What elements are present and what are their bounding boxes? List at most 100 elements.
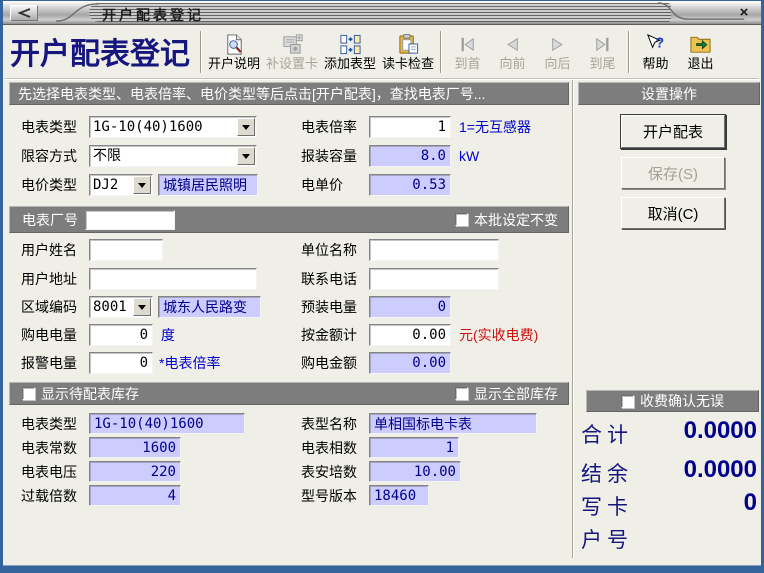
instruction-bar: 先选择电表类型、电表倍率、电价类型等后点击[开户配表]，查找电表厂号... [9, 82, 569, 105]
buy-energy-label: 购电电量 [21, 324, 77, 346]
main-form-area: 先选择电表类型、电表倍率、电价类型等后点击[开户配表]，查找电表厂号... 电表… [7, 80, 571, 558]
batch-fixed-checkbox[interactable] [455, 213, 468, 226]
preload-energy-field: 0 [369, 296, 451, 318]
meter-const-field: 1600 [89, 437, 181, 458]
combobox-value: DJ2 [90, 175, 132, 195]
factory-number-input[interactable] [85, 210, 175, 230]
show-pending-stock-checkbox[interactable] [22, 387, 35, 400]
summary-row-balance: 结余 0.0000 [575, 458, 761, 488]
toolbar: 开户配表登记 开户说明 补设置卡 [5, 26, 759, 79]
user-name-input[interactable] [89, 239, 163, 261]
titlebar: 开户配表登记 × [3, 1, 761, 25]
arrow-prev-icon [501, 33, 524, 56]
alarm-energy-input[interactable] [89, 352, 153, 374]
toolbar-button-help[interactable]: ? 帮助 [633, 31, 678, 73]
exit-folder-icon [689, 33, 712, 56]
clipboard-check-icon [397, 33, 420, 56]
toolbar-button-last[interactable]: 到尾 [580, 31, 625, 73]
capacity-label: 报装容量 [301, 145, 357, 167]
svg-text:?: ? [655, 35, 664, 51]
factory-number-label: 电表厂号 [22, 210, 78, 230]
chevron-down-icon[interactable] [133, 298, 151, 316]
chevron-down-icon[interactable] [237, 118, 255, 136]
show-pending-stock-label: 显示待配表库存 [41, 384, 139, 404]
unit-name-label: 单位名称 [301, 239, 357, 261]
chevron-down-icon[interactable] [133, 176, 151, 194]
instruction-text: 先选择电表类型、电表倍率、电价类型等后点击[开户配表]，查找电表厂号... [18, 84, 485, 104]
voltage-label: 电表电压 [21, 461, 77, 483]
amperage-label: 表安培数 [301, 461, 357, 483]
toolbar-button-open-instructions[interactable]: 开户说明 [205, 31, 263, 73]
toolbar-button-first[interactable]: 到首 [445, 31, 490, 73]
combobox-value: 不限 [90, 146, 236, 166]
overload-label: 过载倍数 [21, 485, 77, 507]
toolbar-button-read-card-check[interactable]: 读卡检查 [379, 31, 437, 73]
write-card-value: 0 [744, 489, 757, 517]
stock-bar: 显示待配表库存 显示全部库存 [9, 382, 569, 405]
toolbar-button-next[interactable]: 向后 [535, 31, 580, 73]
show-all-stock-label: 显示全部库存 [474, 384, 558, 404]
cancel-button[interactable]: 取消(C) [621, 197, 725, 229]
area-code-combobox[interactable]: 8001 [89, 296, 153, 318]
system-menu-button[interactable] [10, 5, 38, 21]
save-button[interactable]: 保存(S) [621, 157, 725, 189]
total-value: 0.0000 [684, 417, 757, 445]
voltage-field: 220 [89, 461, 181, 482]
stock-meter-type-label: 电表类型 [21, 413, 77, 435]
show-all-stock-checkbox[interactable] [455, 387, 468, 400]
phases-label: 电表相数 [301, 437, 357, 459]
account-no-label: 户号 [581, 524, 633, 554]
chevron-down-icon[interactable] [237, 147, 255, 165]
toolbar-button-label: 向后 [544, 56, 570, 72]
user-name-label: 用户姓名 [21, 239, 77, 261]
balance-label: 结余 [581, 458, 633, 488]
unit-name-input[interactable] [369, 239, 499, 261]
area-code-desc-field: 城东人民路变 [158, 296, 261, 318]
model-name-label: 表型名称 [301, 413, 357, 435]
write-card-label: 写卡 [581, 491, 633, 521]
toolbar-button-prev[interactable]: 向前 [490, 31, 535, 73]
arrow-next-icon [546, 33, 569, 56]
unit-price-field: 0.53 [369, 174, 451, 196]
phone-input[interactable] [369, 268, 499, 290]
meter-ratio-input[interactable] [369, 116, 451, 138]
factory-number-bar: 电表厂号 本批设定不变 [9, 206, 569, 233]
capacity-unit-hint: kW [459, 145, 479, 167]
total-label: 合计 [581, 419, 633, 449]
toolbar-button-label: 向前 [499, 56, 525, 72]
help-pointer-icon: ? [644, 33, 667, 56]
fee-confirm-bar: 收费确认无误 [586, 390, 759, 412]
assign-meter-button[interactable]: 开户配表 [621, 115, 725, 148]
app-logo-icon [16, 8, 32, 18]
unit-price-label: 电单价 [301, 174, 343, 196]
operations-header-label: 设置操作 [641, 84, 697, 104]
buy-energy-input[interactable] [89, 324, 153, 346]
fee-confirm-checkbox[interactable] [621, 395, 634, 408]
limit-mode-label: 限容方式 [21, 145, 77, 167]
model-version-label: 型号版本 [301, 485, 357, 507]
close-button[interactable]: × [733, 3, 755, 22]
summary-row-total: 合计 0.0000 [575, 419, 761, 449]
price-type-label: 电价类型 [21, 174, 77, 196]
user-addr-input[interactable] [89, 268, 257, 290]
preload-energy-label: 预装电量 [301, 296, 357, 318]
limit-mode-combobox[interactable]: 不限 [89, 145, 257, 167]
toolbar-button-label: 读卡检查 [382, 56, 434, 72]
overload-field: 4 [89, 485, 181, 506]
by-amount-input[interactable] [369, 324, 451, 346]
phases-field: 1 [369, 437, 459, 458]
price-type-combobox[interactable]: DJ2 [89, 174, 153, 196]
alarm-energy-hint: *电表倍率 [159, 352, 220, 374]
fee-confirm-label: 收费确认无误 [640, 391, 724, 411]
toolbar-separator [628, 31, 630, 73]
toolbar-button-supplement-card[interactable]: 补设置卡 [263, 31, 321, 73]
area-code-label: 区域编码 [21, 296, 77, 318]
doc-search-icon [223, 33, 246, 56]
amperage-field: 10.00 [369, 461, 461, 482]
toolbar-button-exit[interactable]: 退出 [678, 31, 723, 73]
phone-label: 联系电话 [301, 268, 357, 290]
alarm-energy-label: 报警电量 [21, 352, 77, 374]
toolbar-separator [440, 31, 442, 73]
meter-type-combobox[interactable]: 1G-10(40)1600 [89, 116, 257, 138]
toolbar-button-add-meter-type[interactable]: 添加表型 [321, 31, 379, 73]
